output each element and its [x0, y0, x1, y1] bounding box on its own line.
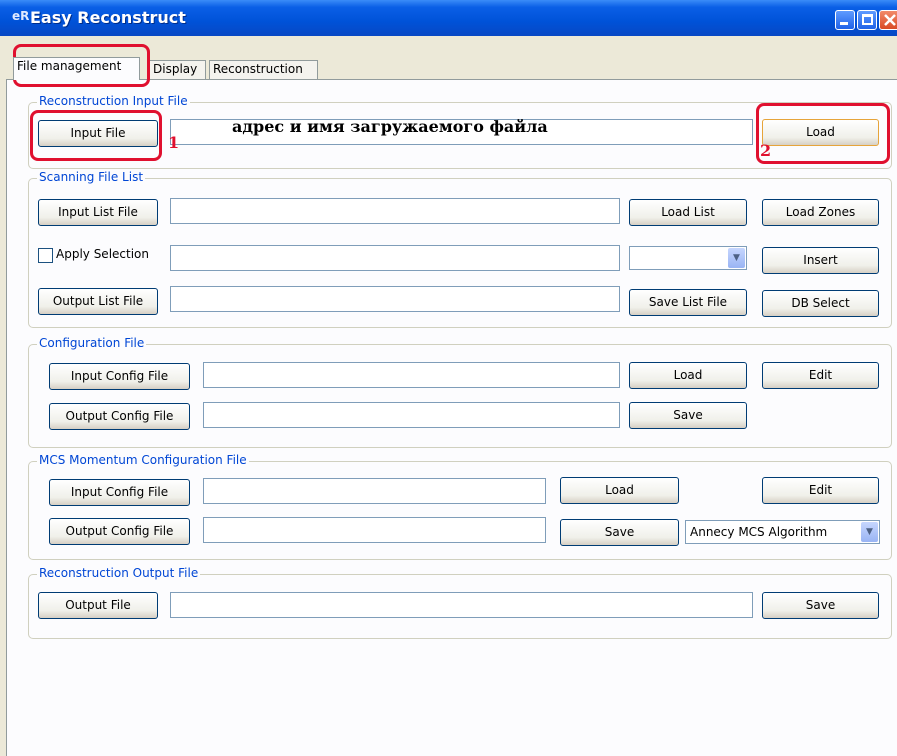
group-label: Scanning File List — [37, 170, 146, 184]
maximize-icon — [862, 14, 873, 25]
apply-selection-checkbox[interactable] — [38, 248, 53, 263]
highlight-input-file-button — [30, 110, 162, 161]
marker-1: 1 — [168, 133, 180, 152]
tab-display[interactable]: Display — [149, 60, 206, 79]
maximize-button[interactable] — [857, 10, 877, 30]
group-label: Reconstruction Input File — [37, 94, 190, 108]
selection-field[interactable] — [170, 245, 620, 271]
apply-selection-label: Apply Selection — [56, 247, 149, 261]
minimize-button[interactable] — [835, 10, 855, 30]
selection-combo[interactable]: ▼ — [629, 246, 747, 270]
db-select-button[interactable]: DB Select — [762, 290, 879, 317]
mcs-output-config-file-button[interactable]: Output Config File — [49, 518, 190, 545]
config-save-button[interactable]: Save — [629, 402, 747, 429]
output-file-button[interactable]: Output File — [38, 592, 158, 619]
group-mcs-momentum: MCS Momentum Configuration File — [28, 453, 892, 560]
output-save-button[interactable]: Save — [762, 592, 879, 619]
output-file-path-field[interactable] — [170, 592, 753, 618]
tab-reconstruction[interactable]: Reconstruction — [209, 60, 318, 79]
input-list-file-field[interactable] — [170, 198, 620, 224]
mcs-output-config-file-field[interactable] — [203, 517, 546, 543]
config-load-button[interactable]: Load — [629, 362, 747, 389]
group-label: MCS Momentum Configuration File — [37, 453, 249, 467]
mcs-save-button[interactable]: Save — [560, 519, 679, 546]
mcs-input-config-file-field[interactable] — [203, 478, 546, 504]
output-list-file-field[interactable] — [170, 286, 620, 312]
load-list-button[interactable]: Load List — [629, 199, 747, 226]
close-button[interactable] — [879, 10, 897, 30]
annotation-caption: адрес и имя загружаемого файла — [232, 117, 548, 136]
group-label: Reconstruction Output File — [37, 566, 201, 580]
application-window: eR Easy Reconstruct File management Disp… — [0, 0, 897, 756]
group-configuration-file: Configuration File — [28, 336, 892, 448]
highlight-load-button — [756, 103, 890, 164]
input-config-file-button[interactable]: Input Config File — [49, 363, 190, 390]
output-list-file-button[interactable]: Output List File — [38, 288, 158, 315]
chevron-down-icon[interactable]: ▼ — [861, 522, 878, 542]
group-label: Configuration File — [37, 336, 147, 350]
output-config-file-button[interactable]: Output Config File — [49, 403, 190, 430]
chevron-down-icon[interactable]: ▼ — [728, 248, 745, 268]
mcs-algorithm-select[interactable]: Annecy MCS Algorithm ▼ — [685, 520, 880, 544]
mcs-edit-button[interactable]: Edit — [762, 477, 879, 504]
save-list-file-button[interactable]: Save List File — [629, 289, 747, 316]
input-list-file-button[interactable]: Input List File — [38, 199, 158, 226]
insert-button[interactable]: Insert — [762, 247, 879, 274]
app-icon: eR — [12, 9, 30, 23]
mcs-input-config-file-button[interactable]: Input Config File — [49, 479, 190, 506]
load-zones-button[interactable]: Load Zones — [762, 199, 879, 226]
input-config-file-field[interactable] — [203, 362, 620, 388]
window-title: Easy Reconstruct — [30, 8, 186, 27]
config-edit-button[interactable]: Edit — [762, 362, 879, 389]
title-bar[interactable]: eR Easy Reconstruct — [0, 0, 897, 36]
minimize-icon — [840, 22, 848, 25]
tab-file-management[interactable]: File management — [13, 57, 140, 80]
mcs-load-button[interactable]: Load — [560, 477, 679, 504]
output-config-file-field[interactable] — [203, 402, 620, 428]
marker-2: 2 — [760, 141, 772, 160]
close-icon — [884, 14, 896, 26]
